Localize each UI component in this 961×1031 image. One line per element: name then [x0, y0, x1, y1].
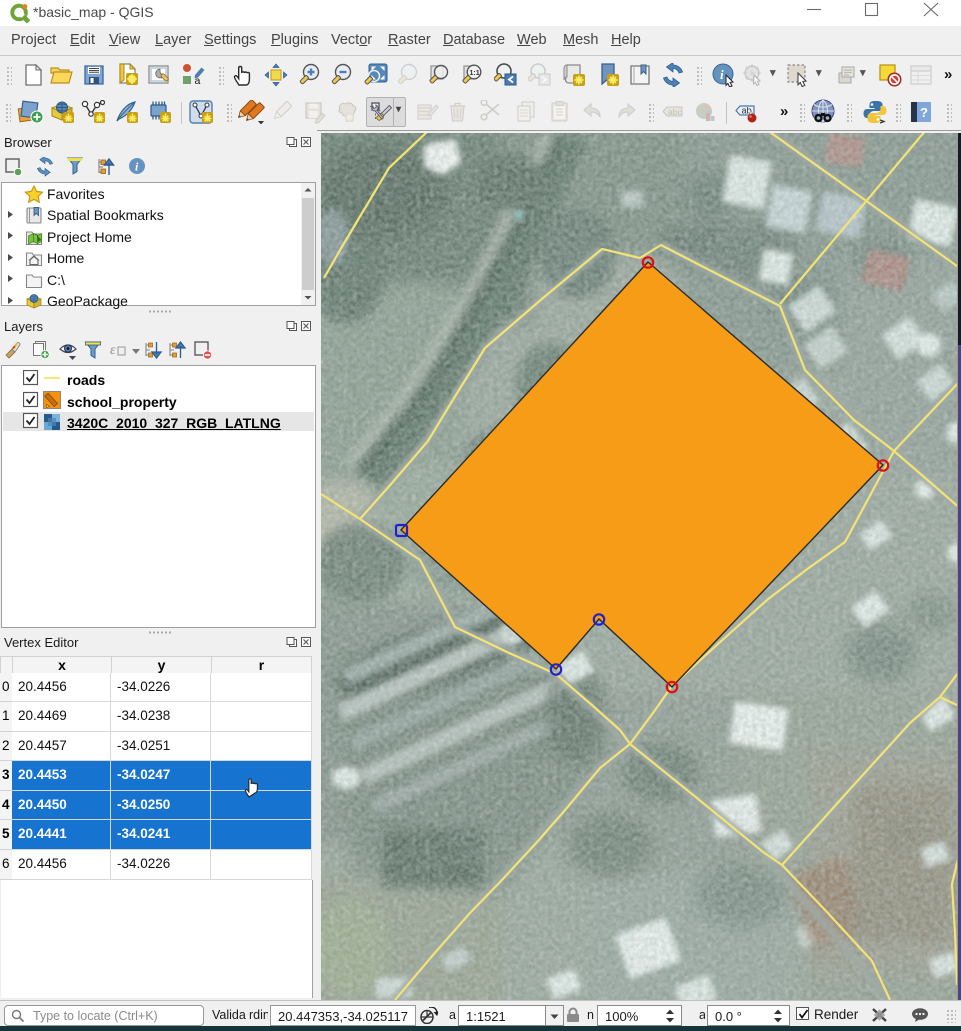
svg-text:1:1: 1:1: [470, 70, 480, 77]
svg-text:a: a: [195, 75, 201, 87]
svg-text:abc: abc: [668, 107, 682, 117]
svg-text:ε: ε: [110, 343, 116, 358]
svg-text:?: ?: [920, 105, 928, 120]
svg-text:i: i: [720, 67, 724, 82]
